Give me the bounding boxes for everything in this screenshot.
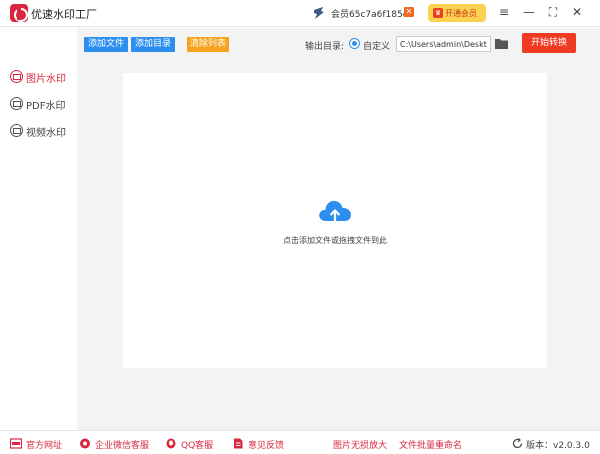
cloud-upload-icon <box>319 200 351 224</box>
output-dir-label: 输出目录: <box>305 42 345 52</box>
image-enlarge-link[interactable]: 图片无损放大 <box>333 438 387 451</box>
refresh-icon[interactable] <box>512 438 523 449</box>
sidebar-item-label: PDF水印 <box>26 101 66 112</box>
version-label: 版本：v2.0.3.0 <box>526 441 590 451</box>
wechat-service-label: 企业微信客服 <box>95 441 150 451</box>
pdf-watermark-icon <box>10 97 23 110</box>
custom-output-label[interactable]: 自定义 <box>363 39 390 52</box>
maximize-icon[interactable]: ⛶ <box>544 3 562 21</box>
app-logo-icon <box>10 4 28 22</box>
menu-icon[interactable]: ≡ <box>495 3 513 21</box>
crown-icon: ♛ <box>433 8 443 18</box>
title-bar: 优速水印工厂 会员65c7a6f185d4 ✕ ♛ 开通会员 ≡ — ⛶ ✕ <box>0 0 600 27</box>
member-badge-icon: ✕ <box>404 7 414 17</box>
footer: 官方网址 企业微信客服 QQ客服 意见反馈 图片无损放大 文件批量重命名 版本：… <box>0 430 600 454</box>
sidebar-item-label: 视频水印 <box>26 128 66 139</box>
clear-list-button[interactable]: 清除列表 <box>187 37 229 52</box>
sidebar: 图片水印 PDF水印 视频水印 <box>0 28 77 430</box>
batch-rename-link[interactable]: 文件批量重命名 <box>399 438 462 451</box>
drop-hint: 点击添加文件或拖拽文件到此 <box>283 236 387 245</box>
app-title: 优速水印工厂 <box>31 8 97 21</box>
member-logo-icon <box>314 7 324 19</box>
close-icon[interactable]: ✕ <box>568 3 586 21</box>
main-panel: 添加文件 添加目录 清除列表 输出目录: 自定义 开始转换 点击添加文件或拖拽文… <box>77 28 600 430</box>
qq-icon <box>166 438 176 449</box>
minimize-icon[interactable]: — <box>520 3 538 21</box>
qq-service-label: QQ客服 <box>181 441 214 451</box>
open-vip-button[interactable]: ♛ 开通会员 <box>428 4 486 22</box>
output-path-field[interactable] <box>396 36 491 52</box>
video-watermark-icon <box>10 124 23 137</box>
sidebar-item-label: 图片水印 <box>26 74 66 85</box>
image-watermark-icon <box>10 70 23 83</box>
website-icon <box>10 438 22 449</box>
feedback-label: 意见反馈 <box>248 441 285 451</box>
open-vip-label: 开通会员 <box>445 9 477 18</box>
add-directory-button[interactable]: 添加目录 <box>131 37 175 52</box>
file-drop-area[interactable]: 点击添加文件或拖拽文件到此 <box>123 73 547 368</box>
member-id[interactable]: 会员65c7a6f185d4 <box>331 7 414 20</box>
official-site-label: 官方网址 <box>26 441 63 451</box>
feedback-icon <box>234 438 243 449</box>
custom-output-radio[interactable] <box>349 38 360 49</box>
wechat-icon <box>80 438 90 449</box>
folder-icon[interactable] <box>495 38 508 49</box>
start-convert-button[interactable]: 开始转换 <box>522 33 576 53</box>
add-file-button[interactable]: 添加文件 <box>84 37 128 52</box>
